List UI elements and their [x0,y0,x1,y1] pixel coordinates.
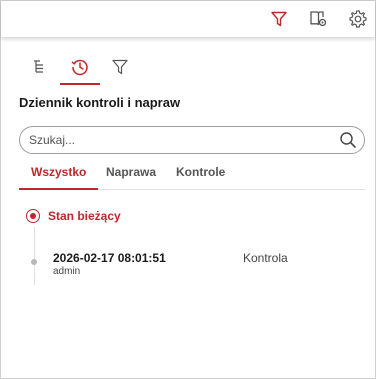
top-toolbar [1,1,375,37]
search-input[interactable] [29,131,329,149]
current-state-label: Stan bieżący [48,209,121,223]
current-state-radio-icon [26,209,40,223]
tab-repair[interactable]: Naprawa [94,165,168,187]
page-title: Dziennik kontroli i napraw [19,95,181,110]
entry-type: Kontrola [243,251,288,265]
search-box [19,126,365,154]
gear-icon[interactable] [348,9,368,29]
book-settings-icon[interactable] [308,9,328,29]
tab-inspections[interactable]: Kontrole [164,165,237,187]
filter-tabs: Wszystko Naprawa Kontrole [19,161,365,190]
timeline-dot-icon [31,259,37,265]
tab-all[interactable]: Wszystko [19,165,99,190]
filter-icon[interactable] [100,51,140,83]
entry-user: admin [53,266,81,277]
entry-date: 2026-02-17 08:01:51 [53,251,166,265]
side-panel: Dziennik kontroli i napraw Wszystko Napr… [4,39,372,376]
search-icon[interactable] [338,130,358,150]
current-state-item[interactable]: Stan bieżący [26,207,121,225]
app-frame: Dziennik kontroli i napraw Wszystko Napr… [0,0,376,379]
history-icon[interactable] [60,51,100,85]
filter-icon[interactable] [269,9,289,29]
tree-icon[interactable] [20,51,60,83]
log-entry[interactable]: 2026-02-17 08:01:51 admin Kontrola [4,249,372,279]
